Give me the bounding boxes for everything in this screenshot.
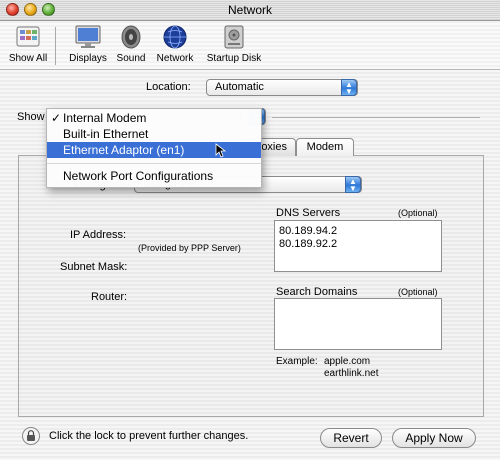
menu-item-label: Built-in Ethernet [63, 127, 149, 141]
toolbar-show-all[interactable]: Show All [4, 21, 52, 64]
display-icon [73, 24, 103, 50]
window-title: Network [227, 3, 272, 17]
menu-item-ethernet-adaptor[interactable]: Ethernet Adaptor (en1) [47, 142, 261, 158]
dns-servers-field[interactable]: 80.189.94.2 80.189.92.2 [274, 220, 442, 272]
search-domains-field[interactable] [274, 298, 442, 350]
example-domain: earthlink.net [324, 368, 379, 379]
disk-icon [219, 24, 249, 50]
lock-icon[interactable] [22, 427, 40, 445]
search-domains-label: Search Domains [276, 286, 358, 298]
ppp-note: (Provided by PPP Server) [138, 243, 241, 253]
speaker-icon [116, 24, 146, 50]
location-label: Location: [146, 81, 191, 93]
toolbar-label: Show All [8, 53, 48, 64]
tab-modem[interactable]: Modem [296, 138, 354, 156]
location-popup[interactable]: Automatic ▲ ▼ [206, 79, 358, 96]
toolbar: Show All Displays Sound Network Startup … [0, 21, 500, 70]
toolbar-sound[interactable]: Sound [112, 21, 150, 64]
globe-icon [160, 24, 190, 50]
revert-button[interactable]: Revert [320, 428, 382, 448]
settings-panel [18, 155, 484, 417]
toolbar-startup-disk[interactable]: Startup Disk [202, 21, 266, 64]
toolbar-label: Network [156, 53, 194, 64]
ip-address-label: IP Address: [70, 229, 127, 241]
menu-item-network-port-configurations[interactable]: Network Port Configurations [47, 168, 261, 184]
lock-message: Click the lock to prevent further change… [49, 430, 249, 442]
toolbar-label: Startup Disk [206, 53, 262, 64]
dns-server-entry: 80.189.94.2 [279, 225, 338, 237]
menu-separator [47, 163, 261, 164]
router-label: Router: [91, 291, 128, 303]
menu-item-label: Internal Modem [63, 111, 147, 125]
subnet-mask-label: Subnet Mask: [60, 261, 128, 273]
toolbar-label: Displays [69, 53, 107, 64]
dns-server-entry: 80.189.92.2 [279, 238, 338, 250]
menu-item-internal-modem[interactable]: ✓ Internal Modem [47, 110, 261, 126]
tab-proxies-label: oxies [261, 141, 287, 153]
updown-arrows-icon: ▲▼ [341, 79, 357, 96]
menu-item-label: Network Port Configurations [63, 169, 214, 183]
toolbar-separator [55, 27, 56, 65]
toolbar-displays[interactable]: Displays [66, 21, 110, 64]
toolbar-label: Sound [116, 53, 146, 64]
location-value: Automatic [215, 81, 264, 93]
example-domain: apple.com [324, 356, 371, 367]
separator-line [272, 117, 480, 118]
dns-servers-label: DNS Servers [276, 207, 341, 219]
example-label: Example: [276, 356, 318, 367]
menu-item-label: Ethernet Adaptor (en1) [63, 143, 185, 157]
show-label: Show [17, 111, 45, 123]
show-all-icon [13, 24, 43, 50]
title-bar: Network [0, 0, 500, 21]
apply-now-button[interactable]: Apply Now [392, 428, 476, 448]
search-optional-label: (Optional) [398, 287, 438, 297]
show-popup-menu: ✓ Internal Modem Built-in Ethernet Ether… [46, 108, 262, 188]
menu-item-built-in-ethernet[interactable]: Built-in Ethernet [47, 126, 261, 142]
checkmark-icon: ✓ [51, 111, 62, 125]
mouse-pointer-icon [215, 143, 227, 162]
toolbar-network[interactable]: Network [152, 21, 198, 64]
updown-arrows-icon: ▲▼ [345, 176, 361, 193]
dns-optional-label: (Optional) [398, 208, 438, 218]
tab-modem-label: Modem [306, 141, 344, 153]
